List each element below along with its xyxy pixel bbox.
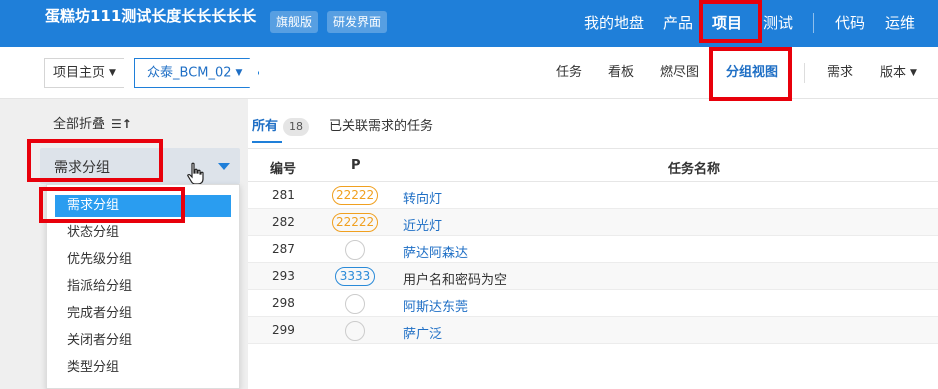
group-by-value: 需求分组 <box>54 160 110 176</box>
project-home-label: 项目主页 <box>53 65 106 81</box>
priority-tag: 22222 <box>332 213 379 232</box>
task-name-link[interactable]: 转向灯 <box>403 188 442 207</box>
nav-divider <box>813 13 814 33</box>
hand-cursor-icon <box>187 162 204 185</box>
option-finisher-group[interactable]: 完成者分组 <box>55 303 231 325</box>
option-closer-group[interactable]: 关闭者分组 <box>55 330 231 352</box>
subnav-tasks[interactable]: 任务 <box>556 47 582 99</box>
chevron-down-icon: ▼ <box>235 68 243 78</box>
subnav-burndown[interactable]: 燃尽图 <box>660 47 699 99</box>
option-type-group[interactable]: 类型分组 <box>55 357 231 379</box>
tab-all-label: 所有 <box>252 119 279 134</box>
priority-empty-icon <box>345 294 365 314</box>
subnav-group-view[interactable]: 分组视图 <box>726 47 778 99</box>
nav-project[interactable]: 项目 <box>712 0 742 47</box>
priority-empty-icon <box>345 240 365 260</box>
priority-empty-icon <box>345 321 365 341</box>
group-by-dropdown-menu: 需求分组 状态分组 优先级分组 指派给分组 完成者分组 关闭者分组 类型分组 <box>46 184 240 389</box>
subnav-versions-label: 版本 <box>880 65 907 81</box>
option-assignee-group[interactable]: 指派给分组 <box>55 276 231 298</box>
nav-my-dashboard[interactable]: 我的地盘 <box>584 0 644 47</box>
task-name-link[interactable]: 近光灯 <box>403 215 442 234</box>
subnav-divider <box>804 63 805 83</box>
project-home-dropdown[interactable]: 项目主页 ▼ <box>44 58 124 88</box>
edition-badge: 旗舰版 <box>270 11 319 33</box>
task-id: 282 <box>272 215 295 229</box>
task-name-link[interactable]: 萨广泛 <box>403 323 442 342</box>
table-header: 编号 P 任务名称 <box>248 148 938 182</box>
task-id: 281 <box>272 188 295 202</box>
collapse-all-button[interactable]: 全部折叠 ☰↑ <box>53 113 132 132</box>
nav-code[interactable]: 代码 <box>835 0 865 47</box>
project-name: 众泰_BCM_02 <box>147 65 232 81</box>
option-requirement-group[interactable]: 需求分组 <box>55 195 231 217</box>
tab-linked-requirements[interactable]: 已关联需求的任务 <box>329 115 433 134</box>
nav-product[interactable]: 产品 <box>663 0 693 47</box>
nav-ops[interactable]: 运维 <box>885 0 915 47</box>
table-row[interactable]: 293 3333 用户名和密码为空 <box>248 263 938 290</box>
option-priority-group[interactable]: 优先级分组 <box>55 249 231 271</box>
mode-switch-badge[interactable]: 研发界面 <box>327 11 388 33</box>
priority-tag: 22222 <box>332 186 379 205</box>
column-priority[interactable]: P <box>351 158 361 173</box>
subnav-kanban[interactable]: 看板 <box>608 47 634 99</box>
project-selector[interactable]: 众泰_BCM_02 ▼ <box>134 58 260 88</box>
task-id: 287 <box>272 242 295 256</box>
task-id: 293 <box>272 269 295 283</box>
tab-all[interactable]: 所有 18 <box>252 115 310 136</box>
group-by-select[interactable]: 需求分组 <box>40 148 240 184</box>
task-list-panel: 所有 18 已关联需求的任务 编号 P 任务名称 281 22222 转向灯 282 22… <box>248 99 938 389</box>
table-row[interactable]: 281 22222 转向灯 <box>248 182 938 209</box>
app-title[interactable]: 蛋糕坊111测试长度长长长长长 <box>45 5 256 26</box>
priority-tag: 3333 <box>335 267 375 286</box>
subnav-requirements[interactable]: 需求 <box>827 47 853 99</box>
active-tab-indicator <box>252 141 282 143</box>
table-row[interactable]: 298 阿斯达东莞 <box>248 290 938 317</box>
table-row[interactable]: 287 萨达阿森达 <box>248 236 938 263</box>
task-name-link[interactable]: 萨达阿森达 <box>403 242 468 261</box>
table-row[interactable]: 299 萨广泛 <box>248 317 938 344</box>
tab-all-count: 18 <box>283 118 310 136</box>
nav-test[interactable]: 测试 <box>763 0 793 47</box>
caret-down-icon: ▼ <box>910 68 917 78</box>
task-name-link[interactable]: 阿斯达东莞 <box>403 296 468 315</box>
subnav-versions[interactable]: 版本 ▼ <box>880 47 917 99</box>
table-row[interactable]: 282 22222 近光灯 <box>248 209 938 236</box>
project-subnav: 项目主页 ▼ 众泰_BCM_02 ▼ 任务 看板 燃尽图 分组视图 需求 版本 ▼ <box>0 47 938 99</box>
top-navbar: 蛋糕坊111测试长度长长长长长 旗舰版 研发界面 我的地盘 产品 项目 测试 代… <box>0 0 938 47</box>
task-id: 299 <box>272 323 295 337</box>
chevron-down-icon: ▼ <box>109 68 116 78</box>
task-name-link[interactable]: 用户名和密码为空 <box>403 269 507 288</box>
column-id[interactable]: 编号 <box>270 158 296 177</box>
dropdown-arrow-icon <box>218 163 230 170</box>
column-task-name[interactable]: 任务名称 <box>668 158 720 177</box>
task-id: 298 <box>272 296 295 310</box>
collapse-all-label: 全部折叠 <box>53 117 106 132</box>
collapse-icon: ☰↑ <box>111 117 132 131</box>
option-status-group[interactable]: 状态分组 <box>55 222 231 244</box>
